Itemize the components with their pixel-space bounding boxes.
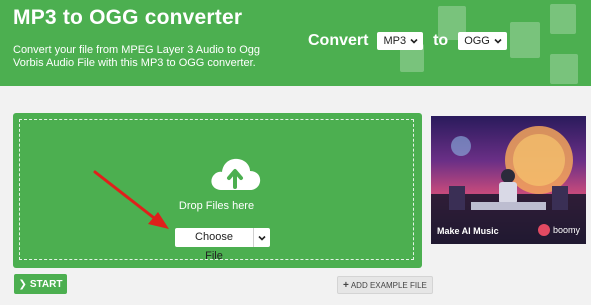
to-format-value: OGG <box>464 35 490 47</box>
ad-brand: boomy <box>537 224 580 236</box>
chevron-right-icon: ❯ <box>18 278 27 290</box>
choose-file-dropdown[interactable] <box>253 228 270 247</box>
to-label: to <box>433 32 449 49</box>
page-description: Convert your file from MPEG Layer 3 Audi… <box>13 44 261 69</box>
header-banner: MP3 to OGG converter Convert your file f… <box>0 0 600 86</box>
ad-caption: Make AI Music <box>437 226 499 236</box>
drop-files-text: Drop Files here <box>178 200 255 212</box>
start-label: START <box>29 278 63 290</box>
to-format-select[interactable]: OGG <box>458 32 507 50</box>
from-format-value: MP3 <box>383 35 407 47</box>
add-example-label: ADD EXAMPLE FILE <box>350 280 427 290</box>
upload-panel: Drop Files here Choose File <box>13 113 422 268</box>
advertisement-banner[interactable]: Make AI Music boomy <box>431 116 586 244</box>
chevron-down-icon <box>258 235 266 241</box>
file-dropzone[interactable]: Drop Files here Choose File <box>19 119 414 262</box>
page-title: MP3 to OGG converter <box>13 6 243 29</box>
from-format-select[interactable]: MP3 <box>377 32 424 50</box>
ad-brand-name: boomy <box>552 225 580 235</box>
choose-file-button[interactable]: Choose File <box>175 228 253 262</box>
chevron-down-icon <box>494 38 502 44</box>
page-edge <box>591 0 600 305</box>
chevron-down-icon <box>410 38 418 44</box>
format-selector-row: Convert MP3 to OGG <box>308 30 507 52</box>
plus-icon: + <box>343 279 349 291</box>
add-example-file-button[interactable]: + ADD EXAMPLE FILE <box>337 276 433 294</box>
choose-file-group: Choose File <box>175 228 270 262</box>
start-button[interactable]: ❯ START <box>14 274 67 294</box>
brand-logo-icon <box>537 224 550 236</box>
convert-label: Convert <box>308 32 369 49</box>
cloud-upload-icon <box>211 158 261 190</box>
